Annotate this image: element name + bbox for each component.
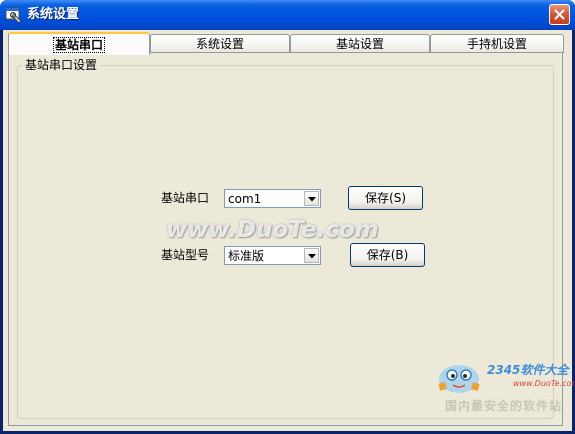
window-client-area: 基站串口 系统设置 基站设置 手持机设置 基站串口设置 基站串口 com1 保存… [3, 30, 575, 431]
tab-label: 手持机设置 [466, 37, 527, 51]
save-model-button[interactable]: 保存(B) [350, 243, 425, 267]
save-port-button[interactable]: 保存(S) [348, 186, 423, 210]
watermark-text: www.DuoTe.com [166, 217, 379, 243]
tab-label: 系统设置 [195, 37, 244, 51]
save-port-button-label: 保存 [365, 191, 390, 205]
close-button[interactable] [549, 4, 570, 25]
port-settings-group: 基站串口设置 基站串口 com1 保存(S) 基站型号 标准版 保存(B) ww… [17, 58, 554, 419]
tab-label: 基站设置 [335, 37, 384, 51]
group-title: 基站串口设置 [22, 58, 101, 72]
model-select-value: 标准版 [228, 249, 265, 263]
tab-strip: 基站串口 系统设置 基站设置 手持机设置 [8, 32, 564, 55]
save-model-button-label: 保存 [366, 248, 391, 262]
dropdown-arrow-button[interactable] [304, 248, 319, 263]
tab-system-settings[interactable]: 系统设置 [150, 34, 290, 53]
window-title: 系统设置 [27, 7, 80, 22]
tab-base-station-settings[interactable]: 基站设置 [290, 34, 430, 53]
settings-app-icon [5, 6, 23, 24]
chevron-down-icon [308, 254, 316, 259]
tab-label: 基站串口 [52, 37, 105, 53]
port-label: 基站串口 [161, 191, 210, 205]
save-port-mnemonic: (S) [389, 191, 406, 205]
port-select-value: com1 [228, 192, 262, 206]
model-select[interactable]: 标准版 [224, 246, 321, 265]
close-icon [554, 9, 565, 20]
chevron-down-icon [308, 197, 316, 202]
title-bar[interactable]: 系统设置 [0, 0, 575, 30]
port-select[interactable]: com1 [224, 189, 321, 208]
dropdown-arrow-button[interactable] [304, 191, 319, 206]
settings-window: 系统设置 基站串口 系统设置 基站设置 手持机设置 基站串口设置 基站串口 co… [0, 0, 575, 434]
tab-handheld-settings[interactable]: 手持机设置 [430, 34, 564, 53]
save-model-mnemonic: (B) [390, 248, 409, 262]
model-label: 基站型号 [161, 248, 210, 262]
tab-panel: 基站串口设置 基站串口 com1 保存(S) 基站型号 标准版 保存(B) ww… [8, 52, 563, 426]
tab-base-station-port[interactable]: 基站串口 [8, 32, 150, 55]
